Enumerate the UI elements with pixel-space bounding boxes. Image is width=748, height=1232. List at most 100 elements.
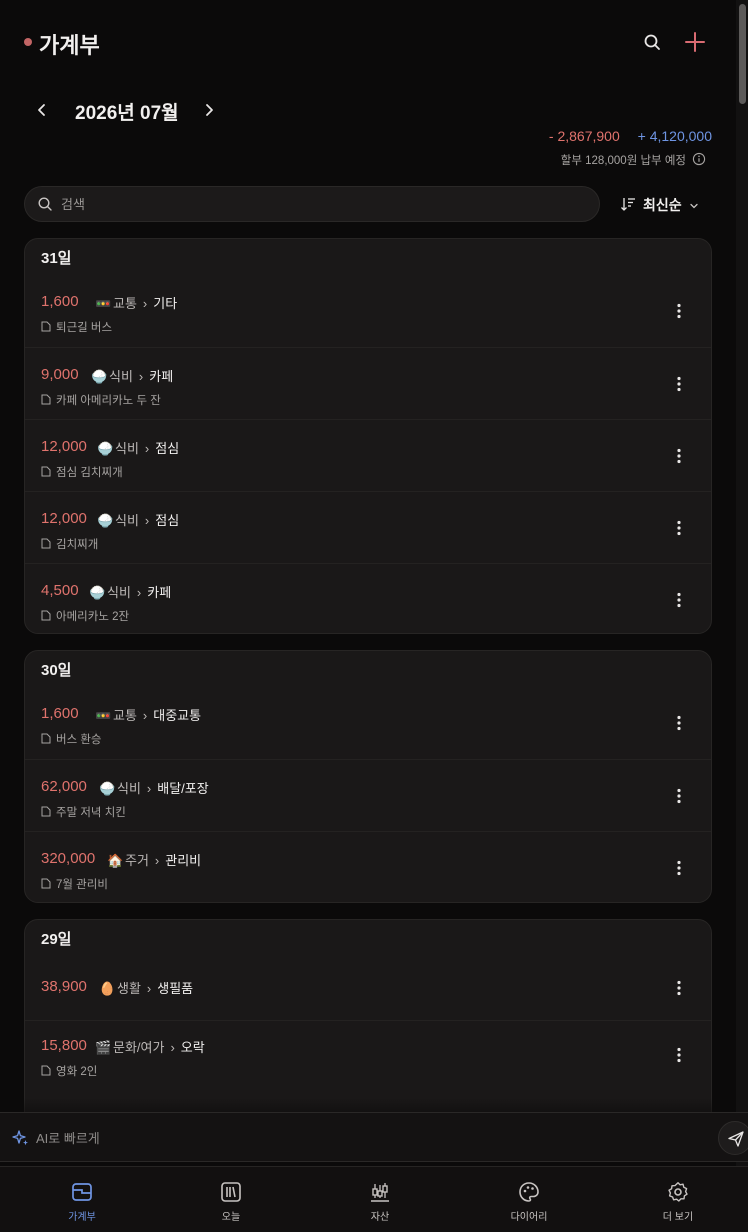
transaction-category: 🍚 식비 › 점심 (97, 441, 180, 456)
sort-label: 최신순 (643, 197, 682, 213)
more-options-icon[interactable] (667, 516, 691, 540)
more-options-icon[interactable] (667, 856, 691, 880)
transaction-row[interactable]: 38,900 🥚 생활 › 생필품 (25, 956, 711, 1028)
scrollbar-thumb[interactable] (739, 4, 746, 104)
transaction-amount: 12,000 (41, 510, 87, 527)
chevron-right-icon (206, 104, 213, 116)
transaction-memo: 카페 아메리카노 두 잔 (41, 392, 161, 408)
more-options-icon[interactable] (667, 1043, 691, 1067)
transaction-row[interactable]: 320,000 🏠 주거 › 관리비 7월 관리비 (25, 831, 711, 902)
chevron-right-icon: › (144, 441, 150, 456)
category-emoji-icon: 🍚 (97, 513, 114, 528)
chevron-right-icon: › (146, 781, 152, 796)
transaction-amount: 15,800 (41, 1037, 87, 1054)
chevron-right-icon: › (144, 513, 150, 528)
transaction-row[interactable]: 4,500 🍚 식비 › 카페 아메리카노 2잔 (25, 563, 711, 633)
category-emoji-icon: 🍚 (97, 441, 114, 456)
category-emoji-icon: 🚥 (95, 296, 112, 311)
header: 가계부 (0, 0, 736, 84)
transaction-category: 🚥 교통 › 기타 (95, 296, 178, 311)
transaction-row[interactable]: 12,000 🍚 식비 › 점심 김치찌개 (25, 491, 711, 563)
memo-icon (41, 321, 51, 332)
add-entry-button[interactable] (682, 29, 708, 55)
month-label: 2026년 07월 (75, 103, 179, 124)
chevron-left-icon (38, 104, 45, 116)
transaction-row[interactable]: 9,000 🍚 식비 › 카페 카페 아메리카노 두 잔 (25, 347, 711, 419)
memo-icon (41, 878, 51, 889)
transaction-category: 🏠 주거 › 관리비 (107, 853, 202, 868)
transaction-category: 🍚 식비 › 배달/포장 (99, 781, 209, 796)
search-icon (37, 196, 53, 212)
day-group: 30일 1,600 🚥 교통 › 대중교통 버스 환승 62,000 🍚 식비 › 배달/포… (24, 650, 712, 903)
send-button[interactable] (718, 1121, 748, 1155)
category-emoji-icon: 🍚 (89, 585, 106, 600)
transaction-amount: 320,000 (41, 850, 96, 867)
transaction-amount: 9,000 (41, 366, 79, 383)
transaction-memo: 영화 2인 (41, 1063, 97, 1079)
transaction-amount: 1,600 (41, 293, 79, 310)
more-options-icon[interactable] (667, 588, 691, 612)
memo-icon (41, 806, 51, 817)
transaction-row[interactable]: 1,600 🚥 교통 › 대중교통 버스 환승 (25, 687, 711, 759)
more-options-icon[interactable] (667, 299, 691, 323)
transaction-memo: 버스 환승 (41, 731, 102, 747)
search-button[interactable] (640, 30, 664, 54)
scrollbar[interactable] (736, 0, 748, 1232)
memo-icon (41, 394, 51, 405)
memo-icon (41, 733, 51, 744)
sort-icon (620, 196, 636, 212)
search-icon (644, 34, 660, 50)
search-field (24, 186, 600, 222)
more-options-icon[interactable] (667, 444, 691, 468)
category-emoji-icon: 🏠 (107, 853, 124, 868)
more-options-icon[interactable] (667, 976, 691, 1000)
chevron-right-icon: › (136, 585, 142, 600)
nav-assets[interactable]: 자산 (325, 1167, 435, 1232)
transaction-row[interactable]: 1,600 🚥 교통 › 기타 퇴근길 버스 (25, 275, 711, 347)
expense-total: - 2,867,900 (548, 128, 620, 144)
page-title: 가계부 (39, 33, 100, 58)
chevron-right-icon: › (138, 369, 144, 384)
title-dot (24, 38, 32, 46)
nav-more[interactable]: 더 보기 (623, 1167, 733, 1232)
transaction-row[interactable]: 62,000 🍚 식비 › 배달/포장 주말 저녁 치킨 (25, 759, 711, 831)
nav-label: 다이어리 (510, 1212, 548, 1223)
sparkle-icon (12, 1129, 30, 1147)
chevron-right-icon: › (142, 296, 148, 311)
transaction-amount: 1,600 (41, 705, 79, 722)
palette-icon (518, 1181, 540, 1203)
memo-icon (41, 610, 51, 621)
transaction-memo: 점심 김치찌개 (41, 464, 123, 480)
transaction-amount: 38,900 (41, 978, 87, 995)
day-label: 29일 (41, 931, 72, 948)
memo-icon (41, 538, 51, 549)
transaction-amount: 4,500 (41, 582, 79, 599)
nav-label: 더 보기 (662, 1212, 694, 1223)
transaction-memo: 7월 관리비 (41, 876, 108, 892)
nav-diary[interactable]: 다이어리 (474, 1167, 584, 1232)
transaction-row[interactable]: 15,800 🎬 문화/여가 › 오락 영화 2인 (25, 1020, 711, 1092)
transaction-memo: 주말 저녁 치킨 (41, 804, 126, 820)
chevron-right-icon: › (170, 1040, 175, 1055)
month-totals: - 2,867,900 + 4,120,000 (549, 128, 712, 144)
transaction-row[interactable]: 12,000 🍚 식비 › 점심 점심 김치찌개 (25, 419, 711, 491)
app: 가계부 2026년 07월 - 2,867,900 + 4,120,000 할부… (0, 0, 736, 1232)
transaction-category: 🍚 식비 › 카페 (91, 369, 174, 384)
more-options-icon[interactable] (667, 711, 691, 735)
nav-today[interactable]: 오늘 (176, 1167, 286, 1232)
chevron-right-icon: › (142, 708, 148, 723)
info-icon[interactable] (692, 152, 706, 166)
transaction-category: 🚥 교통 › 대중교통 (95, 708, 202, 723)
income-total: + 4,120,000 (637, 128, 712, 144)
nav-ledger[interactable]: 가계부 (27, 1167, 137, 1232)
more-options-icon[interactable] (667, 372, 691, 396)
sort-dropdown[interactable]: 최신순 (612, 186, 712, 222)
prev-month-button[interactable] (30, 98, 54, 122)
next-month-button[interactable] (197, 98, 221, 122)
ai-input[interactable] (36, 1123, 696, 1153)
installment-note: 할부 128,000원 납부 예정 (560, 155, 686, 167)
more-options-icon[interactable] (667, 784, 691, 808)
memo-icon (41, 466, 51, 477)
search-input[interactable] (61, 187, 581, 221)
category-emoji-icon: 🎬 (95, 1040, 112, 1055)
